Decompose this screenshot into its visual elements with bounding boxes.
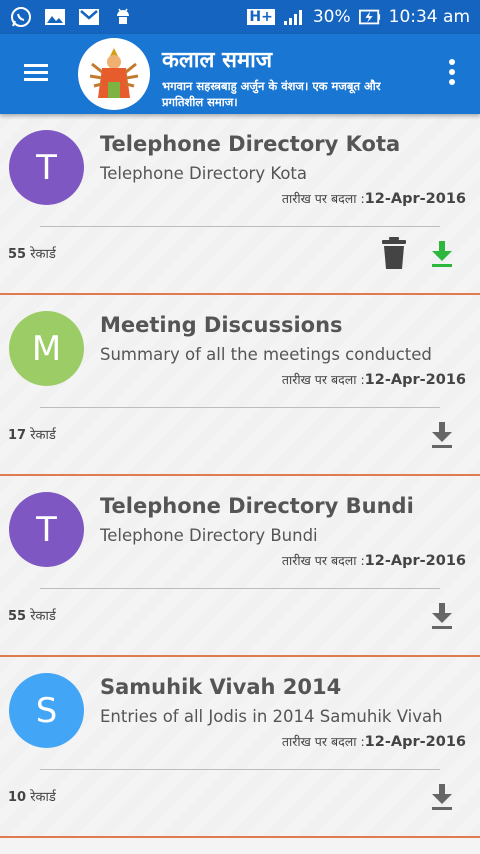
download-icon[interactable] <box>430 421 454 449</box>
record-count: 55 रेकार्ड <box>8 244 56 262</box>
count-label: रेकार्ड <box>30 247 56 262</box>
date-label: तारीख पर बदला : <box>281 372 365 387</box>
date-value: 12-Apr-2016 <box>364 734 466 750</box>
avatar: T <box>9 492 84 567</box>
date-value: 12-Apr-2016 <box>364 553 466 569</box>
record-count: 17 रेकार्ड <box>8 425 56 443</box>
hamburger-menu-icon[interactable] <box>22 58 52 88</box>
clock: 10:34 am <box>388 7 470 27</box>
item-modified-date: तारीख पर बदला :12-Apr-2016 <box>282 371 466 388</box>
date-value: 12-Apr-2016 <box>364 372 466 388</box>
count-value: 17 <box>8 428 27 443</box>
item-description: Telephone Directory Bundi <box>100 526 318 545</box>
more-vert-icon[interactable] <box>442 56 462 88</box>
item-description: Summary of all the meetings conducted <box>100 345 432 364</box>
record-count: 10 रेकार्ड <box>8 787 56 805</box>
count-value: 55 <box>8 247 27 262</box>
date-value: 12-Apr-2016 <box>364 191 466 207</box>
status-bar: H+ 30% 10:34 am <box>0 0 480 34</box>
item-modified-date: तारीख पर बदला :12-Apr-2016 <box>282 190 466 207</box>
download-icon[interactable] <box>430 783 454 811</box>
android-icon <box>112 6 134 28</box>
download-icon[interactable] <box>430 240 454 268</box>
divider <box>40 769 440 770</box>
trash-icon[interactable] <box>381 236 407 270</box>
item-description: Telephone Directory Kota <box>100 164 308 183</box>
item-description: Entries of all Jodis in 2014 Samuhik Viv… <box>100 707 443 726</box>
item-title: Telephone Directory Bundi <box>100 494 414 518</box>
list-item[interactable]: S Samuhik Vivah 2014 Entries of all Jodi… <box>0 657 480 838</box>
item-modified-date: तारीख पर बदला :12-Apr-2016 <box>282 552 466 569</box>
item-title: Meeting Discussions <box>100 313 343 337</box>
list-item[interactable]: T Telephone Directory Kota Telephone Dir… <box>0 114 480 295</box>
item-title: Telephone Directory Kota <box>100 132 401 156</box>
divider <box>40 407 440 408</box>
record-count: 55 रेकार्ड <box>8 606 56 624</box>
count-label: रेकार्ड <box>30 790 56 805</box>
battery-charging-icon <box>358 6 381 28</box>
count-value: 55 <box>8 609 27 624</box>
app-bar: कलाल समाज भगवान सहस्त्रबाहु अर्जुन के वं… <box>0 34 480 114</box>
notification-icons <box>10 6 134 28</box>
list-item[interactable]: M Meeting Discussions Summary of all the… <box>0 295 480 476</box>
list-item[interactable]: T Telephone Directory Bundi Telephone Di… <box>0 476 480 657</box>
system-status: H+ 30% 10:34 am <box>247 6 470 28</box>
count-value: 10 <box>8 790 27 805</box>
avatar: T <box>9 130 84 205</box>
gallery-icon <box>44 6 66 28</box>
network-type: H+ <box>247 9 275 25</box>
app-subtitle: भगवान सहस्त्रबाहु अर्जुन के वंशज। एक मजब… <box>162 79 381 109</box>
item-modified-date: तारीख पर बदला :12-Apr-2016 <box>282 733 466 750</box>
app-logo <box>78 38 150 110</box>
date-label: तारीख पर बदला : <box>281 191 365 206</box>
divider <box>40 588 440 589</box>
count-label: रेकार्ड <box>30 609 56 624</box>
date-label: तारीख पर बदला : <box>281 553 365 568</box>
item-title: Samuhik Vivah 2014 <box>100 675 342 699</box>
divider <box>40 226 440 227</box>
date-label: तारीख पर बदला : <box>281 734 365 749</box>
download-icon[interactable] <box>430 602 454 630</box>
gmail-icon <box>78 6 100 28</box>
directory-list: T Telephone Directory Kota Telephone Dir… <box>0 114 480 838</box>
avatar: S <box>9 673 84 748</box>
app-title: कलाल समाज <box>162 48 273 73</box>
avatar: M <box>9 311 84 386</box>
battery-percent: 30% <box>312 7 351 27</box>
whatsapp-icon <box>10 6 32 28</box>
signal-icon <box>283 6 305 28</box>
count-label: रेकार्ड <box>30 428 56 443</box>
